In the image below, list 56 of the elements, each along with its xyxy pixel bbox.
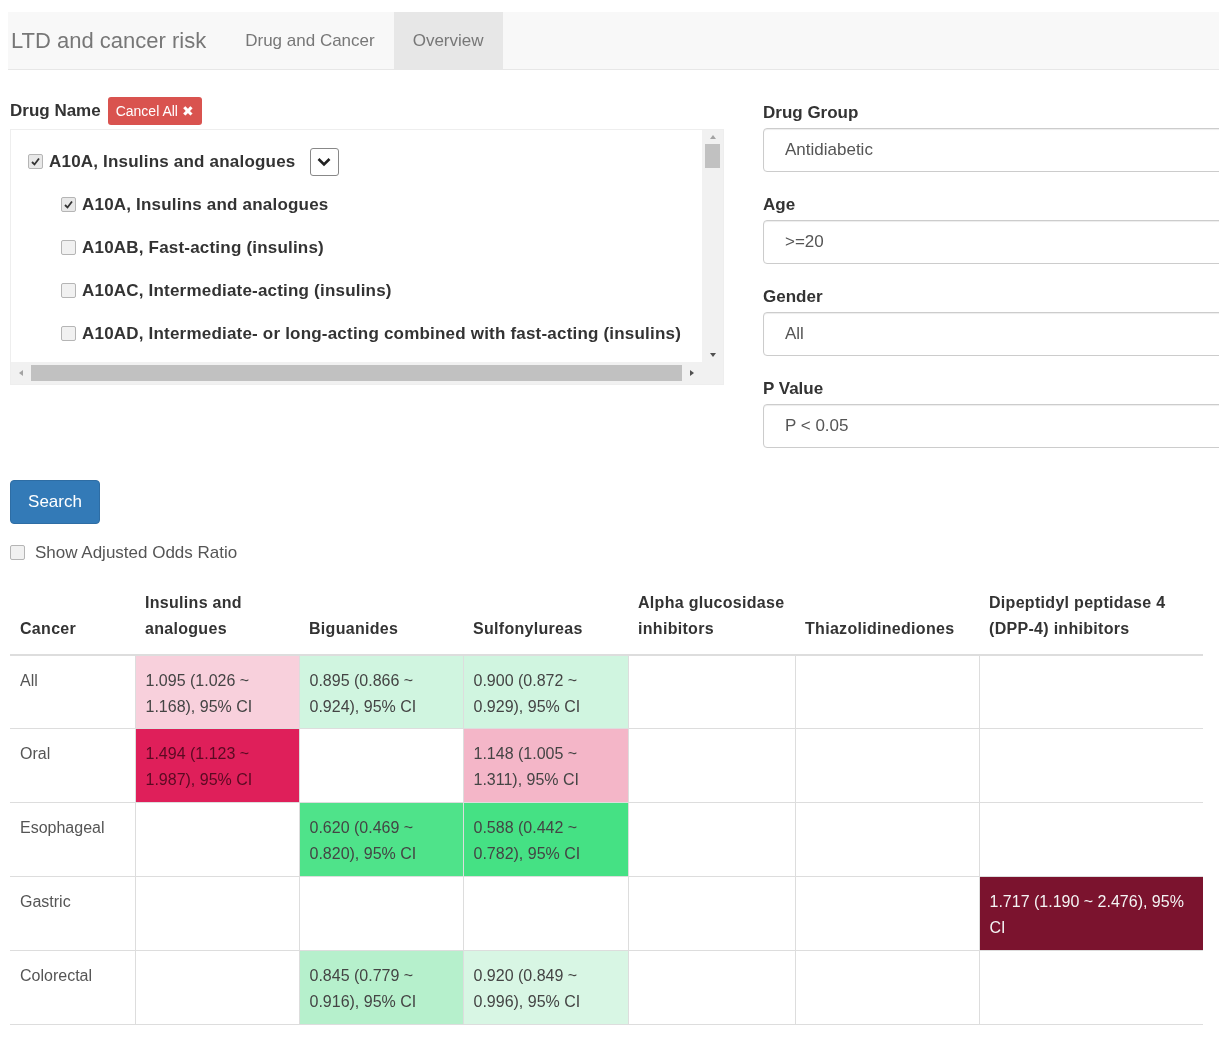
vertical-scrollbar[interactable] [702,130,723,362]
nav-tab[interactable]: Drug and Cancer [226,12,394,69]
horizontal-scrollbar[interactable] [11,362,723,384]
odds-ratio-cell: 1.148 (1.005 ~ 1.311), 95% CI [463,728,628,803]
odds-ratio-cell: 1.095 (1.026 ~ 1.168), 95% CI [135,654,299,729]
column-header: Thiazolidinediones [795,589,979,655]
odds-ratio-cell: 0.900 (0.872 ~ 0.929), 95% CI [463,654,628,729]
field-label: Drug Name [10,100,101,123]
field-label: Age [763,194,797,214]
odds-ratio-cell: 1.494 (1.123 ~ 1.987), 95% CI [135,728,299,803]
filter-field[interactable]: >=20 [763,220,1219,264]
drug-label: A10AB, Fast-acting (insulins) [82,236,324,259]
drug-label: A10A, Insulins and analogues [49,150,296,173]
checkmark-icon [30,156,41,167]
odds-ratio-cell: 0.588 (0.442 ~ 0.782), 95% CI [463,802,628,877]
checkbox[interactable] [61,240,76,255]
scrollbar-thumb[interactable] [31,365,682,381]
search-button[interactable]: Search [10,480,100,524]
column-header: Dipeptidyl peptidase 4 (DPP-4) inhibitors [979,589,1203,655]
chevron-down-icon [317,156,331,167]
filter-field[interactable]: Antidiabetic [763,128,1219,172]
filter-field[interactable]: All [763,312,1219,356]
odds-ratio-cell: 0.920 (0.849 ~ 0.996), 95% CI [463,950,628,1025]
column-header: Insulins and analogues [135,589,299,655]
drug-label: A10AD, Intermediate- or long-acting combined with fast-acting (insulins) [82,322,682,345]
expand-toggle[interactable] [309,147,339,176]
cancer-cell: Gastric [10,876,135,951]
drug-label: A10AC, Intermediate-acting (insulins) [82,279,392,302]
checkbox[interactable] [10,545,25,561]
checkbox-label: Show Adjusted Odds Ratio [35,542,238,564]
column-header: Biguanides [299,589,463,655]
field-label: Drug Group [763,102,860,122]
cancer-cell: Esophageal [10,802,135,877]
checked-checkbox[interactable] [28,154,43,169]
filter-field[interactable]: P < 0.05 [763,404,1219,448]
odds-ratio-cell: 0.620 (0.469 ~ 0.820), 95% CI [299,802,463,877]
checkbox[interactable] [61,283,76,298]
column-header: Alpha glucosidase inhibitors [628,589,795,655]
odds-ratio-cell: 0.845 (0.779 ~ 0.916), 95% CI [299,950,463,1025]
checked-checkbox[interactable] [61,197,76,212]
field-label: Gender [763,286,824,306]
drug-label: A10A, Insulins and analogues [82,193,329,216]
cancel-all-button[interactable]: Cancel All ✖ [107,97,202,125]
odds-ratio-cell: 1.717 (1.190 ~ 2.476), 95% CI [979,876,1203,951]
field-label: P Value [763,378,825,398]
cancer-cell: Colorectal [10,950,135,1025]
nav-tab[interactable]: Overview [393,12,503,69]
cancer-cell: All [10,654,135,729]
odds-ratio-cell: 0.895 (0.866 ~ 0.924), 95% CI [299,654,463,729]
brand-title[interactable]: LTD and cancer risk [8,12,210,69]
checkmark-icon [63,199,74,210]
scrollbar-thumb[interactable] [705,144,720,168]
checkbox[interactable] [61,326,76,341]
column-header: Cancer [10,589,135,655]
cancer-cell: Oral [10,728,135,803]
column-header: Sulfonylureas [463,589,628,655]
